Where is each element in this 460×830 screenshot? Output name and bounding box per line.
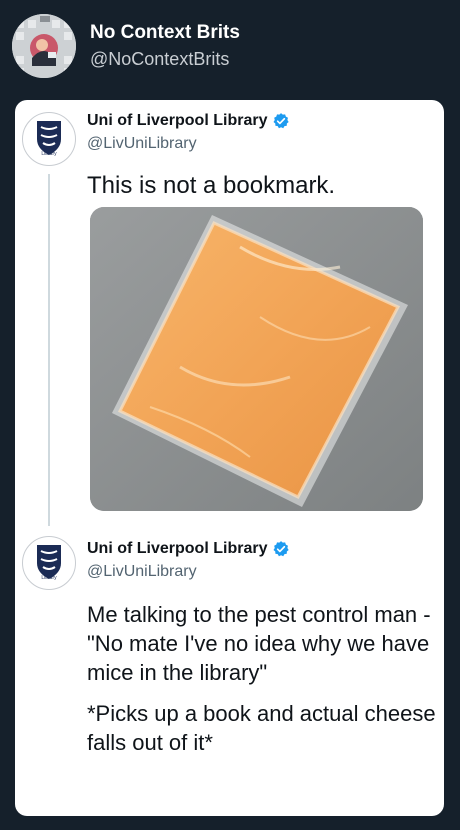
quoted-thread-card: Library Uni of Liverpool Library @LivUni…: [15, 100, 444, 816]
tweet2-avatar[interactable]: Library: [22, 536, 76, 590]
university-crest-icon: [37, 121, 61, 155]
tweet1-display-name[interactable]: Uni of Liverpool Library: [87, 112, 290, 130]
tweet2-name-text: Uni of Liverpool Library: [87, 540, 268, 557]
tweet1-handle[interactable]: @LivUniLibrary: [87, 135, 197, 153]
retweeter-avatar[interactable]: [12, 14, 76, 78]
retweeter-name[interactable]: No Context Brits: [90, 22, 240, 44]
tweet2-paragraph-2: *Picks up a book and actual cheese falls…: [87, 701, 436, 755]
retweeter-header: No Context Brits @NoContextBrits: [0, 0, 460, 90]
thread-connector-line: [48, 174, 50, 526]
tweet1-logo-caption: Library: [41, 151, 57, 157]
tweet1-text: This is not a bookmark.: [87, 172, 336, 199]
tweet2-handle[interactable]: @LivUniLibrary: [87, 563, 197, 581]
tweet1-name-text: Uni of Liverpool Library: [87, 112, 268, 129]
retweeter-handle[interactable]: @NoContextBrits: [90, 49, 229, 70]
university-crest-icon: [37, 545, 61, 579]
tweet2-paragraph-1: Me talking to the pest control man - "No…: [87, 602, 431, 685]
tweet2-display-name[interactable]: Uni of Liverpool Library: [87, 540, 290, 558]
tweet1-avatar[interactable]: Library: [22, 112, 76, 166]
verified-badge-icon: [273, 113, 290, 129]
tweet1-photo-cheese-slice[interactable]: [90, 207, 423, 511]
tweet2-body: Me talking to the pest control man - "No…: [87, 600, 437, 769]
verified-badge-icon: [273, 541, 290, 557]
tweet2-logo-caption: Library: [41, 575, 57, 581]
